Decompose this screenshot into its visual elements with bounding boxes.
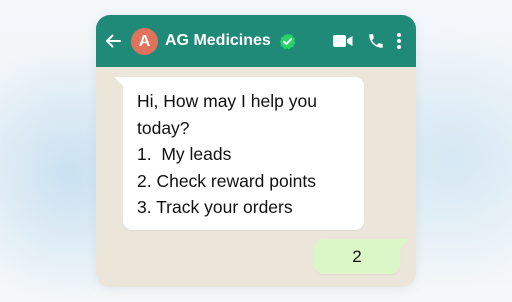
phone-icon <box>369 34 383 48</box>
outgoing-message-bubble: 2 <box>314 239 400 274</box>
voice-call-button[interactable] <box>366 31 386 51</box>
outgoing-bubble-tail <box>400 239 409 249</box>
incoming-message-bubble: Hi, How may I help you today? 1. My lead… <box>123 77 364 230</box>
incoming-message-text: Hi, How may I help you today? 1. My lead… <box>137 91 317 217</box>
back-arrow-icon <box>106 34 121 48</box>
avatar[interactable]: A <box>131 28 158 55</box>
verified-icon <box>279 33 296 50</box>
video-call-button[interactable] <box>332 32 354 50</box>
chat-header: A AG Medicines <box>96 15 416 67</box>
back-button[interactable] <box>102 30 124 52</box>
video-call-icon <box>333 35 353 47</box>
more-options-icon <box>397 33 401 49</box>
contact-name[interactable]: AG Medicines <box>165 32 271 50</box>
more-options-button[interactable] <box>393 30 405 52</box>
outgoing-message-text: 2 <box>352 247 362 266</box>
